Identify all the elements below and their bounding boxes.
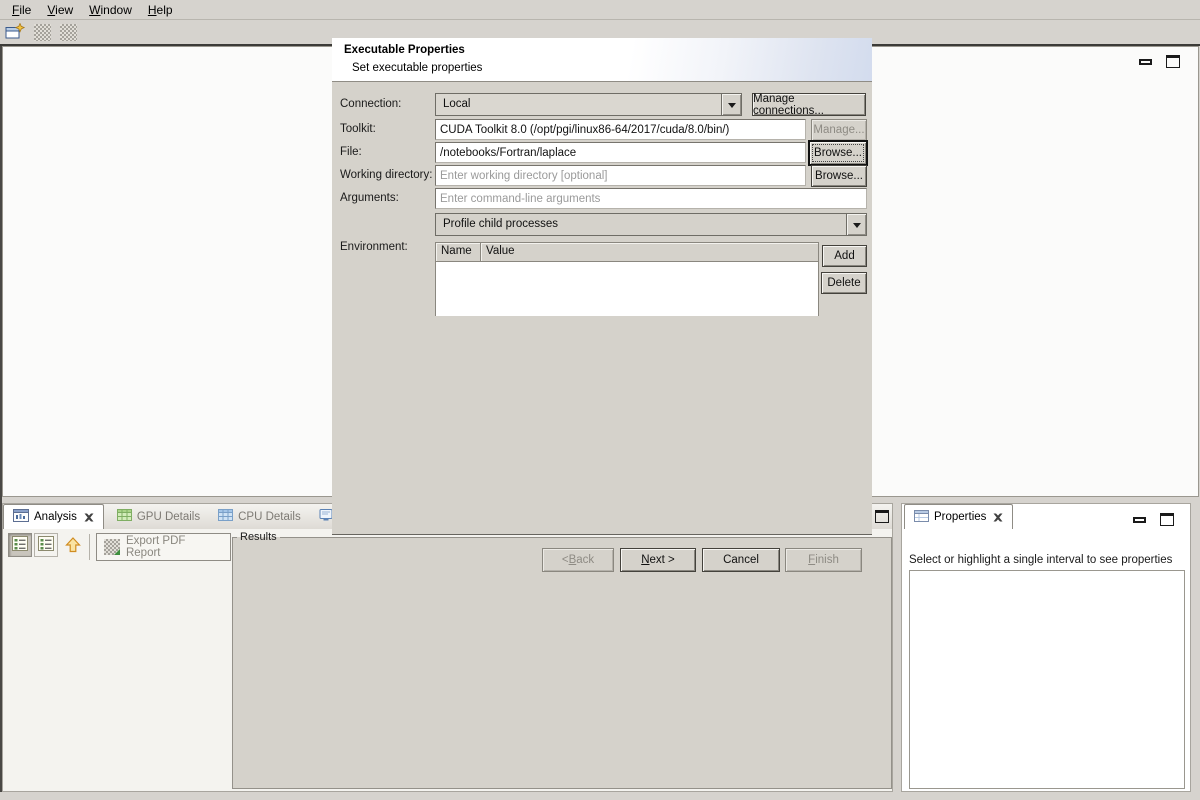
tab-analysis[interactable]: Analysis bbox=[3, 504, 104, 529]
analysis-icon bbox=[13, 509, 29, 525]
toolkit-input[interactable] bbox=[435, 119, 806, 140]
menu-view[interactable]: View bbox=[39, 1, 81, 19]
tab-properties[interactable]: Properties bbox=[904, 504, 1013, 529]
tab-cpu-details[interactable]: CPU Details bbox=[209, 504, 310, 529]
environment-label: Environment: bbox=[340, 241, 408, 253]
new-session-button[interactable] bbox=[4, 23, 26, 43]
results-group-label: Results bbox=[237, 531, 280, 543]
disabled-toolbar-icon bbox=[34, 24, 51, 41]
minimize-icon[interactable] bbox=[1139, 59, 1152, 65]
manage-connections-button[interactable]: Manage connections... bbox=[752, 93, 866, 116]
environment-table-body[interactable] bbox=[436, 262, 818, 316]
analysis-maximize-icon[interactable] bbox=[875, 510, 889, 523]
gpu-details-icon bbox=[117, 509, 132, 524]
manage-toolkit-button[interactable]: Manage... bbox=[811, 119, 867, 141]
properties-maximize-icon[interactable] bbox=[1160, 513, 1174, 526]
analysis-up-level-button[interactable] bbox=[62, 535, 84, 557]
env-col-value[interactable]: Value bbox=[481, 243, 818, 262]
properties-icon bbox=[914, 510, 929, 525]
next-button[interactable]: Next > bbox=[620, 548, 696, 572]
close-icon[interactable] bbox=[993, 513, 1003, 522]
up-arrow-icon bbox=[64, 536, 82, 557]
connection-value: Local bbox=[443, 98, 471, 110]
analysis-list-view-button[interactable] bbox=[8, 533, 32, 557]
properties-panel: Properties Select or highlight a single … bbox=[901, 503, 1191, 792]
close-icon[interactable] bbox=[84, 513, 94, 522]
tab-analysis-label: Analysis bbox=[34, 511, 77, 523]
menu-window[interactable]: Window bbox=[81, 1, 140, 19]
working-directory-label: Working directory: bbox=[340, 169, 432, 181]
profile-children-value: Profile child processes bbox=[443, 218, 558, 230]
file-label: File: bbox=[340, 146, 362, 158]
application-window: File View Window Help ... bbox=[0, 0, 1200, 800]
finish-button[interactable]: Finish bbox=[785, 548, 862, 572]
menu-bar: File View Window Help bbox=[0, 0, 1200, 20]
analysis-panel: Analysis GPU Details CPU Details bbox=[2, 503, 893, 792]
list-view-icon bbox=[12, 536, 28, 554]
browse-file-button[interactable]: Browse... bbox=[809, 141, 867, 165]
cancel-button[interactable]: Cancel bbox=[702, 548, 780, 572]
export-pdf-button[interactable]: Export PDF Report bbox=[96, 533, 231, 561]
properties-message: Select or highlight a single interval to… bbox=[909, 554, 1172, 566]
cpu-details-icon bbox=[218, 509, 233, 524]
chevron-down-icon[interactable] bbox=[721, 94, 741, 115]
tab-properties-label: Properties bbox=[934, 511, 986, 523]
arguments-input[interactable] bbox=[435, 188, 867, 209]
guided-view-icon bbox=[38, 536, 54, 554]
menu-file[interactable]: File bbox=[4, 1, 39, 19]
analysis-toolbar: Export PDF Report bbox=[3, 530, 233, 566]
export-pdf-icon bbox=[104, 539, 120, 555]
environment-table-header: Name Value bbox=[436, 243, 818, 262]
toolbar-divider bbox=[89, 534, 90, 560]
tab-gpu-details-label: GPU Details bbox=[137, 511, 200, 523]
delete-env-button[interactable]: Delete bbox=[821, 272, 867, 294]
dialog-banner: Executable Properties Set executable pro… bbox=[332, 38, 872, 82]
arguments-label: Arguments: bbox=[340, 192, 399, 204]
tab-gpu-details[interactable]: GPU Details bbox=[108, 504, 209, 529]
window-bottom-strip bbox=[0, 792, 1200, 800]
tab-cpu-details-label: CPU Details bbox=[238, 511, 301, 523]
connection-label: Connection: bbox=[340, 98, 401, 110]
dialog-subtitle: Set executable properties bbox=[352, 62, 482, 74]
properties-minimize-icon[interactable] bbox=[1133, 517, 1146, 523]
properties-empty-box bbox=[909, 570, 1185, 789]
analysis-guided-view-button[interactable] bbox=[34, 533, 58, 557]
environment-table: Name Value bbox=[435, 242, 819, 316]
chevron-down-icon[interactable] bbox=[846, 214, 866, 235]
browse-workdir-button[interactable]: Browse... bbox=[811, 165, 867, 187]
connection-combo[interactable]: Local bbox=[435, 93, 742, 116]
profile-children-combo[interactable]: Profile child processes bbox=[435, 213, 867, 236]
working-directory-input[interactable] bbox=[435, 165, 806, 186]
menu-help[interactable]: Help bbox=[140, 1, 181, 19]
back-button[interactable]: < Back bbox=[542, 548, 614, 572]
maximize-icon[interactable] bbox=[1166, 55, 1180, 68]
dialog-title: Executable Properties bbox=[344, 44, 465, 56]
executable-properties-dialog: Executable Properties Set executable pro… bbox=[332, 38, 872, 535]
new-session-icon bbox=[5, 23, 25, 43]
toolkit-label: Toolkit: bbox=[340, 123, 376, 135]
file-input[interactable] bbox=[435, 142, 806, 163]
add-env-button[interactable]: Add bbox=[822, 245, 867, 267]
env-col-name[interactable]: Name bbox=[436, 243, 481, 262]
console-icon bbox=[319, 509, 333, 524]
export-pdf-label: Export PDF Report bbox=[126, 535, 223, 559]
